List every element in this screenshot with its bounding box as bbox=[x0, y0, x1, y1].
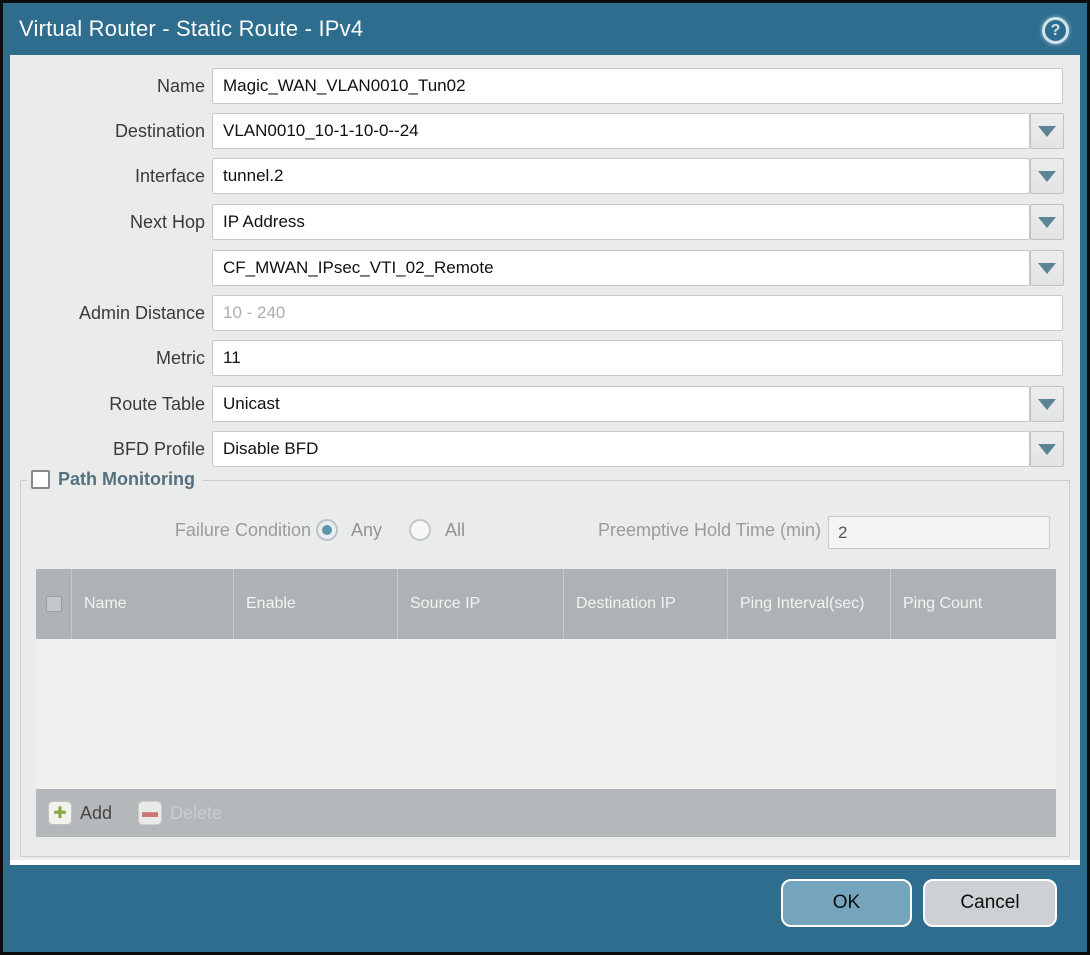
row-admin-distance: Admin Distance bbox=[10, 295, 1080, 331]
add-button-label: Add bbox=[80, 803, 112, 824]
column-header-source-ip[interactable]: Source IP bbox=[398, 569, 564, 639]
name-input[interactable] bbox=[212, 68, 1063, 104]
interface-label: Interface bbox=[10, 158, 205, 194]
chevron-down-icon bbox=[1038, 126, 1056, 137]
failure-condition-any-radio[interactable] bbox=[316, 519, 338, 541]
row-bfd-profile: BFD Profile bbox=[10, 431, 1080, 467]
row-destination: Destination bbox=[10, 113, 1080, 149]
failure-condition-all-label: All bbox=[445, 520, 465, 541]
path-monitoring-legend: Path Monitoring bbox=[27, 469, 203, 490]
bfd-profile-dropdown-button[interactable] bbox=[1030, 431, 1064, 467]
destination-input[interactable] bbox=[212, 113, 1030, 149]
plus-icon: ✚ bbox=[48, 801, 72, 825]
path-monitoring-checkbox[interactable] bbox=[31, 470, 50, 489]
column-header-name[interactable]: Name bbox=[72, 569, 234, 639]
destination-label: Destination bbox=[10, 113, 205, 149]
next-hop-label: Next Hop bbox=[10, 204, 205, 240]
dialog-body: Name Destination Interface Next Hop bbox=[10, 55, 1080, 865]
dialog-title: Virtual Router - Static Route - IPv4 bbox=[19, 16, 363, 42]
failure-condition-label: Failure Condition bbox=[141, 520, 311, 541]
dialog-footer: OK Cancel bbox=[3, 865, 1087, 952]
admin-distance-input[interactable] bbox=[212, 295, 1063, 331]
path-monitoring-section: Path Monitoring Failure Condition Any Al… bbox=[20, 480, 1070, 857]
path-monitoring-table: Name Enable Source IP Destination IP Pin… bbox=[36, 569, 1056, 837]
next-hop-address-dropdown-button[interactable] bbox=[1030, 250, 1064, 286]
minus-icon: ▬ bbox=[138, 801, 162, 825]
route-table-select[interactable] bbox=[212, 386, 1030, 422]
name-label: Name bbox=[10, 68, 205, 104]
next-hop-select[interactable] bbox=[212, 204, 1030, 240]
column-header-ping-interval[interactable]: Ping Interval(sec) bbox=[728, 569, 891, 639]
help-icon[interactable]: ? bbox=[1042, 17, 1069, 44]
row-metric: Metric bbox=[10, 340, 1080, 376]
route-table-label: Route Table bbox=[10, 386, 205, 422]
chevron-down-icon bbox=[1038, 171, 1056, 182]
delete-button[interactable]: ▬ Delete bbox=[138, 801, 222, 825]
bfd-profile-label: BFD Profile bbox=[10, 431, 205, 467]
destination-dropdown-button[interactable] bbox=[1030, 113, 1064, 149]
column-header-ping-count[interactable]: Ping Count bbox=[891, 569, 1056, 639]
column-header-enable[interactable]: Enable bbox=[234, 569, 398, 639]
path-monitoring-title: Path Monitoring bbox=[58, 469, 195, 490]
admin-distance-label: Admin Distance bbox=[10, 295, 205, 331]
add-button[interactable]: ✚ Add bbox=[48, 801, 112, 825]
chevron-down-icon bbox=[1038, 217, 1056, 228]
help-glyph: ? bbox=[1051, 22, 1061, 40]
failure-condition-all-radio[interactable] bbox=[409, 519, 431, 541]
ok-button[interactable]: OK bbox=[781, 879, 912, 927]
column-header-destination-ip[interactable]: Destination IP bbox=[564, 569, 728, 639]
row-next-hop-address bbox=[10, 250, 1080, 286]
preemptive-hold-time-label: Preemptive Hold Time (min) bbox=[521, 520, 821, 541]
metric-input[interactable] bbox=[212, 340, 1063, 376]
row-next-hop: Next Hop bbox=[10, 204, 1080, 240]
chevron-down-icon bbox=[1038, 444, 1056, 455]
row-route-table: Route Table bbox=[10, 386, 1080, 422]
failure-condition-row: Failure Condition Any All Preemptive Hol… bbox=[21, 515, 1069, 549]
chevron-down-icon bbox=[1038, 399, 1056, 410]
next-hop-address-input[interactable] bbox=[212, 250, 1030, 286]
select-all-cell bbox=[36, 569, 72, 639]
metric-label: Metric bbox=[10, 340, 205, 376]
cancel-button[interactable]: Cancel bbox=[923, 879, 1057, 927]
preemptive-hold-time-input[interactable] bbox=[828, 516, 1050, 549]
interface-dropdown-button[interactable] bbox=[1030, 158, 1064, 194]
table-body-empty[interactable] bbox=[36, 639, 1056, 789]
select-all-checkbox[interactable] bbox=[46, 596, 62, 612]
bfd-profile-select[interactable] bbox=[212, 431, 1030, 467]
table-header-row: Name Enable Source IP Destination IP Pin… bbox=[36, 569, 1056, 639]
delete-button-label: Delete bbox=[170, 803, 222, 824]
dialog-titlebar: Virtual Router - Static Route - IPv4 ? bbox=[3, 3, 1087, 55]
next-hop-dropdown-button[interactable] bbox=[1030, 204, 1064, 240]
static-route-dialog: Virtual Router - Static Route - IPv4 ? N… bbox=[0, 0, 1090, 955]
route-table-dropdown-button[interactable] bbox=[1030, 386, 1064, 422]
row-name: Name bbox=[10, 68, 1080, 104]
failure-condition-any-label: Any bbox=[351, 520, 382, 541]
chevron-down-icon bbox=[1038, 263, 1056, 274]
table-footer-toolbar: ✚ Add ▬ Delete bbox=[36, 789, 1056, 837]
row-interface: Interface bbox=[10, 158, 1080, 194]
interface-input[interactable] bbox=[212, 158, 1030, 194]
